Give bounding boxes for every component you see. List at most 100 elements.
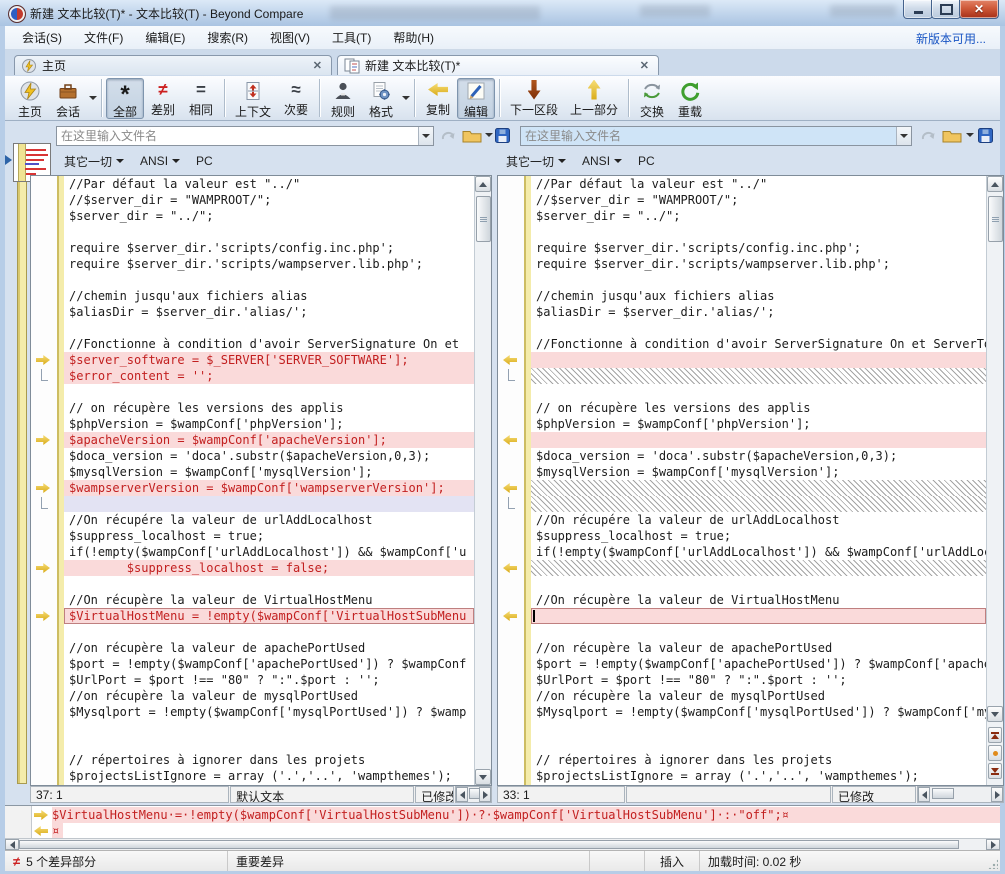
- overview-strip[interactable]: [17, 143, 27, 784]
- toolbar-button-上一部分[interactable]: 上一部分: [564, 78, 624, 119]
- code-line[interactable]: require $server_dir.'scripts/config.inc.…: [64, 240, 474, 256]
- maximize-button[interactable]: [931, 0, 961, 19]
- left-file-dropdown-icon[interactable]: [418, 127, 433, 145]
- scroll-left-button[interactable]: [5, 839, 19, 850]
- code-line[interactable]: if(!empty($wampConf['urlAddLocalhost']) …: [531, 544, 986, 560]
- scroll-right-button[interactable]: [986, 839, 1000, 850]
- toolbar-button-主页[interactable]: 主页: [11, 78, 49, 119]
- tab-close-icon[interactable]: ✕: [310, 59, 325, 72]
- code-line[interactable]: // répertoires à ignorer dans les projet…: [531, 752, 986, 768]
- code-line[interactable]: $VirtualHostMenu = !empty($wampConf['Vir…: [64, 608, 474, 624]
- code-line[interactable]: $server_software = $_SERVER['SERVER_SOFT…: [64, 352, 474, 368]
- left-file-input[interactable]: [57, 127, 418, 145]
- code-line[interactable]: //Par défaut la valeur est "../": [64, 176, 474, 192]
- scroll-right-button[interactable]: [991, 787, 1003, 802]
- code-line[interactable]: [531, 624, 986, 640]
- toolbar-button-差别[interactable]: ≠差别: [144, 78, 182, 119]
- right-file-input[interactable]: [521, 127, 896, 145]
- code-line[interactable]: $doca_version = 'doca'.substr($apacheVer…: [531, 448, 986, 464]
- code-line[interactable]: $aliasDir = $server_dir.'alias/';: [531, 304, 986, 320]
- code-line[interactable]: $wampserverVersion = $wampConf['wampserv…: [64, 480, 474, 496]
- code-line[interactable]: $Mysqlport = !empty($wampConf['mysqlPort…: [531, 704, 986, 720]
- right-code-editor[interactable]: //Par défaut la valeur est "../"//$serve…: [531, 176, 986, 785]
- left-open-folder-icon[interactable]: [462, 128, 482, 143]
- code-line[interactable]: [531, 736, 986, 752]
- code-line[interactable]: $phpVersion = $wampConf['phpVersion'];: [64, 416, 474, 432]
- menu-item[interactable]: 工具(T): [321, 26, 382, 49]
- menu-item[interactable]: 帮助(H): [382, 26, 445, 49]
- toolbar-button-重载[interactable]: 重载: [671, 78, 709, 119]
- copy-to-left-marker-icon[interactable]: [503, 355, 517, 365]
- tab-home[interactable]: 主页✕: [14, 55, 332, 75]
- scroll-thumb[interactable]: [988, 196, 1003, 242]
- toolbar-button-格式[interactable]: 格式: [362, 78, 400, 119]
- code-line[interactable]: $mysqlVersion = $wampConf['mysqlVersion'…: [531, 464, 986, 480]
- detail-line[interactable]: $VirtualHostMenu·=·!empty($wampConf['Vir…: [32, 807, 1000, 823]
- toolbar-button-次要[interactable]: ≈次要: [277, 78, 315, 119]
- code-line[interactable]: require $server_dir.'scripts/wampserver.…: [531, 256, 986, 272]
- left-swap-sides-icon[interactable]: [440, 128, 457, 143]
- toolbar-button-下一区段[interactable]: 下一区段: [504, 78, 564, 119]
- menu-item[interactable]: 文件(F): [73, 26, 134, 49]
- code-line[interactable]: //on récupère la valeur de apachePortUse…: [64, 640, 474, 656]
- code-line[interactable]: $Mysqlport = !empty($wampConf['mysqlPort…: [64, 704, 474, 720]
- toolbar-button-全部[interactable]: *全部: [106, 78, 144, 119]
- code-line[interactable]: //On récupère la valeur de VirtualHostMe…: [64, 592, 474, 608]
- code-line[interactable]: [531, 576, 986, 592]
- code-line[interactable]: [531, 272, 986, 288]
- menu-item[interactable]: 编辑(E): [134, 26, 196, 49]
- tab-text-compare[interactable]: 新建 文本比较(T)*✕: [337, 55, 659, 75]
- right-open-dropdown-icon[interactable]: [966, 133, 974, 137]
- scroll-up-button[interactable]: [475, 176, 491, 192]
- scroll-up-button[interactable]: [987, 176, 1003, 192]
- code-line[interactable]: require $server_dir.'scripts/config.inc.…: [531, 240, 986, 256]
- copy-to-left-marker-icon[interactable]: [503, 483, 517, 493]
- scroll-thumb[interactable]: [19, 840, 959, 849]
- code-line[interactable]: [531, 224, 986, 240]
- code-line[interactable]: //On récupére la valeur de urlAddLocalho…: [64, 512, 474, 528]
- code-line[interactable]: $aliasDir = $server_dir.'alias/';: [64, 304, 474, 320]
- toolbar-button-会话[interactable]: 会话: [49, 78, 87, 119]
- copy-to-right-marker-icon[interactable]: [36, 355, 50, 365]
- detail-line[interactable]: ¤: [32, 823, 1000, 838]
- code-line[interactable]: require $server_dir.'scripts/wampserver.…: [64, 256, 474, 272]
- copy-to-left-marker-icon[interactable]: [503, 435, 517, 445]
- right-save-icon[interactable]: [978, 128, 993, 143]
- code-line[interactable]: $phpVersion = $wampConf['phpVersion'];: [531, 416, 986, 432]
- right-format-PC[interactable]: PC: [638, 154, 665, 168]
- close-button[interactable]: ✕: [959, 0, 999, 19]
- code-line[interactable]: $mysqlVersion = $wampConf['mysqlVersion'…: [64, 464, 474, 480]
- code-line[interactable]: $suppress_localhost = true;: [531, 528, 986, 544]
- code-line[interactable]: [531, 320, 986, 336]
- code-line[interactable]: //$server_dir = "WAMPROOT/";: [531, 192, 986, 208]
- code-line[interactable]: [531, 384, 986, 400]
- code-line[interactable]: [531, 368, 986, 384]
- next-difference-button[interactable]: [988, 763, 1002, 779]
- copy-to-right-marker-icon[interactable]: [36, 611, 50, 621]
- left-format-ANSI[interactable]: ANSI: [140, 154, 190, 168]
- copy-to-left-marker-icon[interactable]: [503, 611, 517, 621]
- code-line[interactable]: //Fonctionne à condition d'avoir ServerS…: [531, 336, 986, 352]
- code-line[interactable]: // on récupère les versions des applis: [531, 400, 986, 416]
- code-line[interactable]: [64, 624, 474, 640]
- toolbar-button-上下文[interactable]: 上下文: [229, 78, 277, 119]
- code-line[interactable]: [64, 576, 474, 592]
- code-line[interactable]: $server_dir = "../";: [64, 208, 474, 224]
- code-line[interactable]: [531, 432, 986, 448]
- code-line[interactable]: $port = !empty($wampConf['apachePortUsed…: [531, 656, 986, 672]
- scroll-right-button[interactable]: [479, 787, 491, 802]
- right-format-ANSI[interactable]: ANSI: [582, 154, 632, 168]
- scroll-down-button[interactable]: [475, 769, 491, 785]
- right-file-dropdown-icon[interactable]: [896, 127, 911, 145]
- scroll-left-button[interactable]: [918, 787, 930, 802]
- code-line[interactable]: // on récupère les versions des applis: [64, 400, 474, 416]
- left-save-icon[interactable]: [495, 128, 510, 143]
- code-line[interactable]: //On récupére la valeur de urlAddLocalho…: [531, 512, 986, 528]
- code-line[interactable]: $projectsListIgnore = array ('.','..', '…: [64, 768, 474, 784]
- code-line[interactable]: $server_dir = "../";: [531, 208, 986, 224]
- left-code-editor[interactable]: //Par défaut la valeur est "../"//$serve…: [64, 176, 474, 785]
- code-line[interactable]: //On récupère la valeur de VirtualHostMe…: [531, 592, 986, 608]
- code-line[interactable]: [64, 384, 474, 400]
- code-line[interactable]: [531, 608, 986, 624]
- toolbar-button-复制[interactable]: 复制: [419, 78, 457, 119]
